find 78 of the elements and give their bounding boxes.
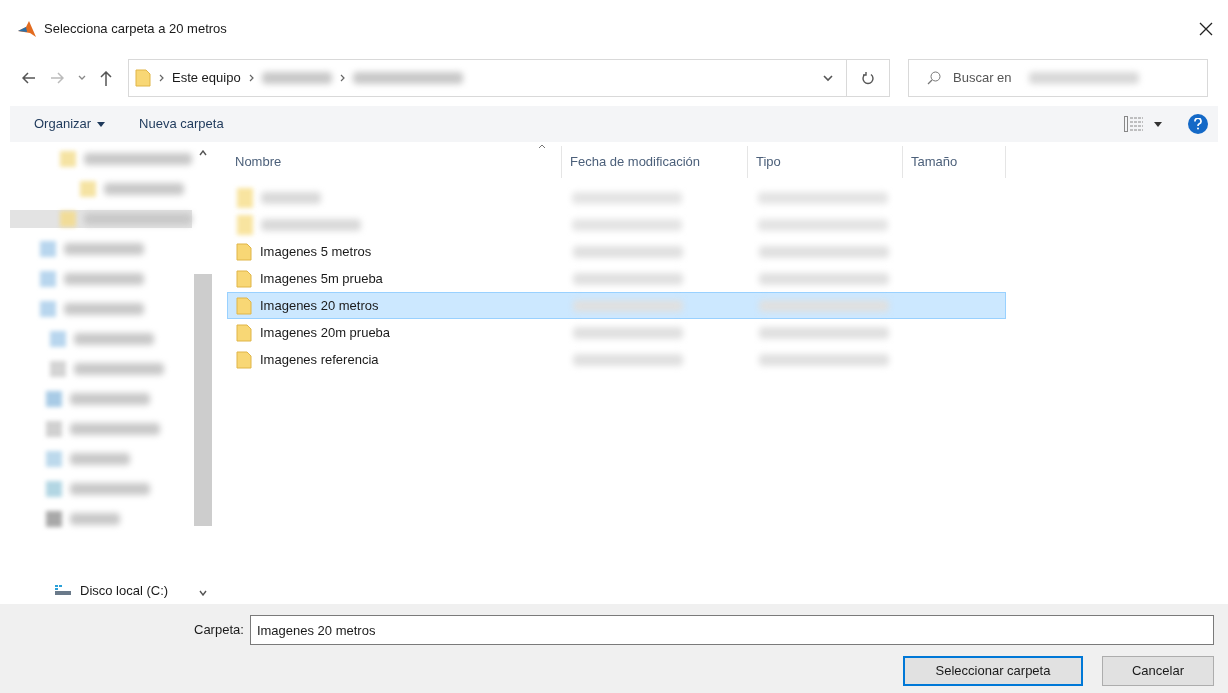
question-mark-icon [1194, 118, 1202, 130]
details-view-icon [1124, 116, 1144, 132]
redacted-block [46, 451, 62, 467]
sort-ascending-icon [538, 144, 546, 149]
redacted-block [40, 301, 56, 317]
up-arrow-icon [100, 70, 112, 86]
column-header[interactable]: Nombre [227, 146, 562, 178]
address-bar[interactable]: Este equipo [128, 59, 890, 97]
file-row[interactable]: Imagenes 5m prueba [227, 265, 1006, 292]
scroll-down-icon [199, 590, 207, 596]
folder-icon [236, 296, 252, 315]
drive-icon [54, 584, 72, 597]
redacted-block [46, 421, 62, 437]
up-button[interactable] [100, 70, 112, 86]
scrollbar-thumb[interactable] [194, 274, 212, 526]
search-icon [927, 71, 941, 85]
organize-button[interactable]: Organizar [34, 114, 106, 134]
column-header[interactable]: Fecha de modificación [562, 146, 748, 178]
breadcrumb-separator-icon [248, 74, 254, 82]
help-button[interactable] [1188, 114, 1208, 134]
file-name: Imagenes 20m prueba [260, 323, 391, 342]
window-title: Selecciona carpeta a 20 metros [44, 20, 227, 39]
redacted-block [46, 481, 62, 497]
folder-icon [135, 69, 151, 87]
select-folder-button[interactable]: Seleccionar carpeta [903, 656, 1083, 686]
cancel-button[interactable]: Cancelar [1102, 656, 1214, 686]
breadcrumb-separator-icon [159, 74, 164, 82]
redacted-block [261, 72, 332, 84]
caret-icon [1154, 121, 1162, 127]
redacted-block [70, 453, 130, 465]
file-name: Imagenes referencia [260, 350, 379, 369]
folder-icon [236, 350, 252, 369]
folder-label: Carpeta: [194, 621, 244, 640]
close-icon [1199, 22, 1213, 36]
search-field[interactable]: Buscar en [908, 59, 1208, 97]
redacted-block [237, 214, 253, 235]
redacted-block [70, 513, 120, 525]
caret-icon [97, 121, 106, 127]
redacted-block [60, 211, 76, 227]
folder-icon [236, 269, 252, 288]
redacted-block [46, 511, 62, 527]
redacted-block [50, 331, 66, 347]
folder-icon [236, 323, 252, 342]
folder-icon [236, 242, 252, 261]
recent-dropdown-button[interactable] [78, 75, 86, 81]
refresh-icon [862, 71, 874, 85]
back-arrow-icon [22, 72, 36, 84]
redacted-block [60, 151, 76, 167]
redacted-block [40, 241, 56, 257]
file-name: Imagenes 5 metros [260, 242, 372, 261]
chevron-down-icon [78, 75, 86, 81]
redacted-block [50, 361, 66, 377]
search-input[interactable]: Buscar en [953, 68, 1017, 88]
breadcrumb-separator-icon [339, 74, 345, 82]
redacted-block [40, 271, 56, 287]
redacted-block [237, 187, 253, 208]
column-header[interactable]: Tipo [748, 146, 903, 178]
redacted-block [46, 391, 62, 407]
scroll-up-icon [199, 150, 207, 156]
forward-arrow-icon [50, 72, 64, 84]
forward-button[interactable] [50, 72, 64, 84]
app-logo-icon [18, 21, 36, 37]
chevron-down-icon [823, 74, 833, 82]
back-button[interactable] [22, 72, 36, 84]
file-name: Imagenes 20 metros [260, 296, 379, 315]
column-header[interactable]: Tamaño [903, 146, 1006, 178]
new-folder-button[interactable]: Nueva carpeta [139, 114, 224, 134]
breadcrumb-item[interactable]: Este equipo [172, 68, 241, 88]
redacted-block [80, 181, 96, 197]
view-options-button[interactable] [1124, 116, 1162, 132]
folder-input[interactable]: Imagenes 20 metros [249, 615, 1214, 645]
file-row[interactable]: Imagenes 20 metros [227, 292, 1006, 319]
redacted-block [261, 191, 321, 204]
file-name: Imagenes 5m prueba [260, 269, 383, 288]
file-row[interactable]: Imagenes 20m prueba [227, 319, 1006, 346]
file-row[interactable]: Imagenes referencia [227, 346, 1006, 373]
sidebar-item[interactable]: Disco local (C:) [80, 580, 169, 600]
file-row[interactable]: Imagenes 5 metros [227, 238, 1006, 265]
